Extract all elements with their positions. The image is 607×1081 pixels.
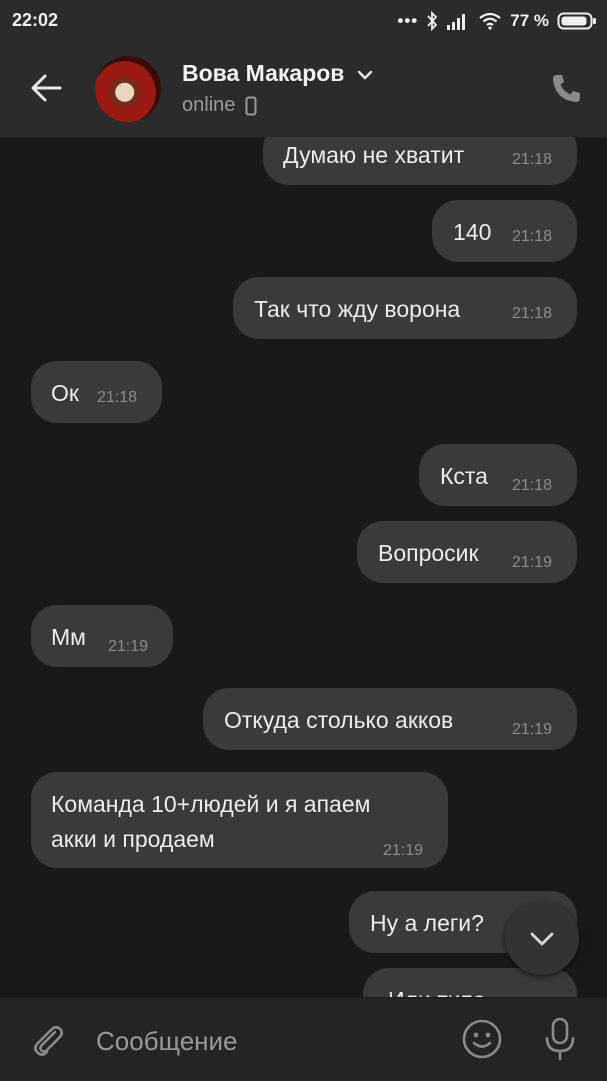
wifi-icon [479, 12, 501, 30]
message-bubble-incoming[interactable]: Ок 21:18 [31, 361, 162, 423]
status-bar: 22:02 ••• 77 % [0, 0, 607, 42]
dots-icon: ••• [397, 11, 419, 30]
message-text: Ну а леги? [370, 910, 484, 936]
message-time: 21:19 [512, 554, 553, 571]
message-time: 21:19 [383, 842, 424, 859]
contact-name-row[interactable]: Вова Макаров [182, 60, 373, 87]
mobile-device-icon [245, 96, 257, 115]
message-text-line-2: акки и продаем [51, 826, 215, 852]
chevron-down-icon [357, 70, 373, 80]
scroll-to-bottom-button[interactable] [505, 901, 579, 975]
message-text: Или типо [388, 987, 486, 997]
phone-icon[interactable] [549, 72, 583, 106]
message-input[interactable]: Сообщение [96, 1026, 238, 1057]
message-list[interactable]: Думаю не хватит 21:18 140 21:18 Так что … [0, 137, 607, 997]
microphone-icon[interactable] [540, 1016, 580, 1062]
message-time: 21:19 [108, 638, 149, 655]
message-time: 21:18 [512, 151, 553, 168]
message-text: Думаю не хватит [283, 142, 465, 168]
status-icons: ••• 77 % [397, 9, 597, 33]
message-bubble-outgoing[interactable]: Думаю не хватит 21:18 [263, 137, 577, 185]
message-bubble-outgoing[interactable]: Кста 21:18 [419, 444, 577, 506]
smiley-icon[interactable] [461, 1018, 503, 1060]
contact-avatar[interactable] [95, 56, 161, 122]
message-text: Мм [51, 624, 86, 650]
message-bubble-outgoing[interactable]: Вопросик 21:19 [357, 521, 577, 583]
message-text: Откуда столько акков [224, 707, 454, 733]
bluetooth-icon [427, 11, 438, 31]
message-text: Так что жду ворона [254, 296, 461, 322]
message-text: 140 [453, 219, 492, 245]
message-text: Кста [440, 463, 488, 489]
back-arrow-icon[interactable] [26, 68, 66, 108]
paperclip-icon[interactable] [28, 1020, 68, 1060]
battery-percent: 77 % [510, 11, 549, 30]
message-time: 21:18 [512, 228, 553, 245]
message-time: 21:19 [512, 721, 553, 738]
presence-text: online [182, 94, 236, 116]
message-bubble-incoming[interactable]: Мм 21:19 [31, 605, 173, 667]
contact-name: Вова Макаров [182, 60, 345, 86]
message-bubble-outgoing[interactable]: Так что жду ворона 21:18 [233, 277, 577, 339]
message-bubble-outgoing[interactable]: 140 21:18 [432, 200, 577, 262]
chevron-down-icon [530, 932, 554, 946]
chat-header: Вова Макаров online [0, 42, 607, 138]
message-composer: Сообщение [0, 997, 607, 1081]
message-time: 21:18 [97, 389, 138, 406]
message-time: 21:18 [512, 305, 553, 322]
presence-status: online [182, 94, 257, 117]
message-text: Ок [51, 380, 79, 406]
message-bubble-outgoing[interactable]: Откуда столько акков 21:19 [203, 688, 577, 750]
signal-icon [447, 14, 466, 30]
message-text-line-1: Команда 10+людей и я апаем [51, 791, 371, 817]
message-time: 21:18 [512, 477, 553, 494]
message-bubble-incoming[interactable]: Команда 10+людей и я апаем акки и продае… [31, 772, 448, 868]
battery-icon [557, 12, 596, 30]
message-text: Вопросик [378, 540, 479, 566]
status-time: 22:02 [12, 10, 59, 30]
